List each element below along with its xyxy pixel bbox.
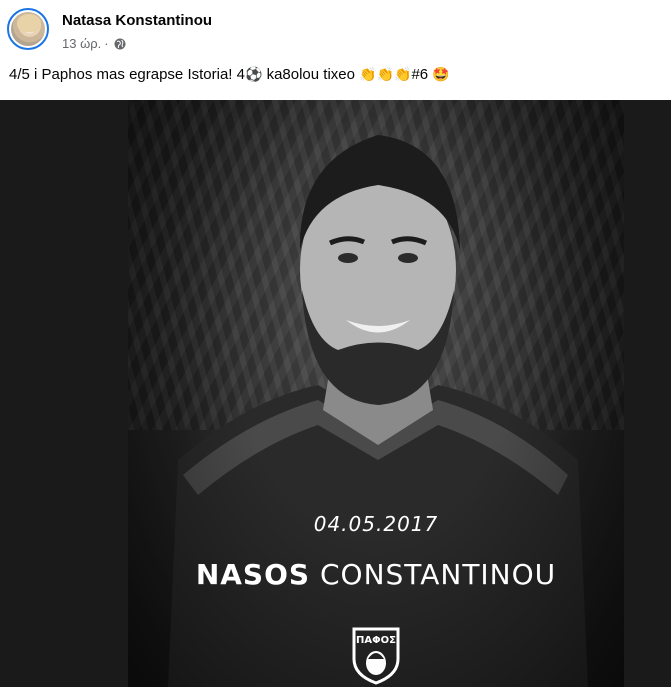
post-time[interactable]: 13 ώρ. <box>62 36 101 51</box>
post-text: 4/5 i Paphos mas egrapse Istoria! 4⚽ ka8… <box>9 65 450 85</box>
poster: 04.05.2017 NASOS CONSTANTINOU ΠΑΦΟΣ <box>128 100 624 687</box>
club-crest-logo: ΠΑΦΟΣ <box>350 625 402 685</box>
poster-first-name: NASOS <box>195 558 311 591</box>
post-hashtag[interactable]: #6 <box>411 66 432 83</box>
poster-vignette <box>128 100 624 687</box>
poster-last-name: CONSTANTINOU <box>319 558 557 591</box>
star-struck-emoji: 🤩 <box>432 67 450 83</box>
meta-separator: · <box>104 36 109 51</box>
post-text-mid: ka8olou tixeo <box>262 66 360 83</box>
poster-name: NASOS CONSTANTINOU <box>128 558 624 591</box>
globe-icon[interactable] <box>114 38 126 50</box>
poster-date: 04.05.2017 <box>313 512 439 536</box>
post-header: Natasa Konstantinou 13 ώρ. · <box>0 0 671 62</box>
avatar-image <box>11 12 45 46</box>
shield-icon <box>352 627 400 685</box>
post-text-main: 4/5 i Paphos mas egrapse Istoria! 4 <box>9 66 245 83</box>
author-avatar[interactable] <box>7 8 49 50</box>
author-name[interactable]: Natasa Konstantinou <box>62 12 212 29</box>
soccer-ball-emoji: ⚽ <box>244 67 263 83</box>
clapping-hands-emoji: 👏👏👏 <box>359 67 412 83</box>
post-meta: 13 ώρ. · <box>62 36 126 51</box>
post-photo[interactable]: 04.05.2017 NASOS CONSTANTINOU ΠΑΦΟΣ <box>0 100 671 687</box>
crest-text: ΠΑΦΟΣ <box>356 635 396 646</box>
